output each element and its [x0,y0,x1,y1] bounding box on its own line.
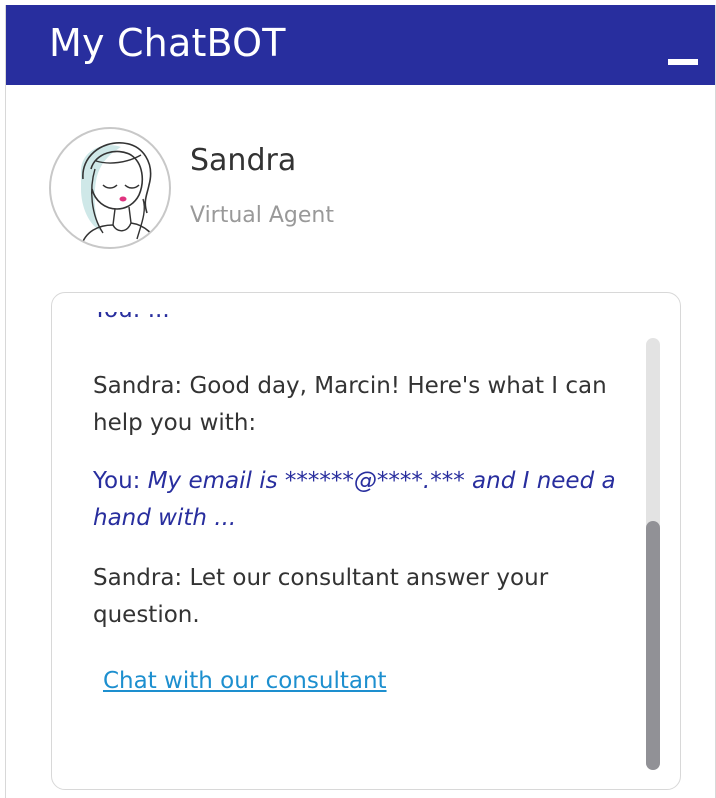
chat-transcript[interactable]: You: ... Sandra: Good day, Marcin! Here'… [51,292,681,790]
chat-message-bot: Sandra: Let our consultant answer your q… [93,560,633,634]
minimize-icon [668,59,698,65]
agent-name: Sandra [190,143,297,178]
chat-scroll-area[interactable]: You: ... Sandra: Good day, Marcin! Here'… [52,293,642,789]
clipped-message: You: ... [93,312,633,330]
chatbot-widget: My ChatBOT Sandra Virtual Agent Sandra: … [5,5,716,798]
message-text: My email is ******@****.*** and I need a… [93,468,616,531]
minimize-button[interactable] [662,45,702,75]
chat-message-bot: Sandra: Good day, Marcin! Here's what I … [93,368,633,442]
message-sender: You: [93,468,141,494]
message-sender: Sandra: [93,565,183,591]
scrollbar-thumb[interactable] [646,521,660,770]
agent-role: Virtual Agent [190,203,334,228]
message-sender: Sandra: [93,373,183,399]
chatbot-title: My ChatBOT [49,21,286,65]
chat-with-consultant-link[interactable]: Chat with our consultant [103,666,387,696]
chatbot-header: My ChatBOT [6,5,715,85]
chat-message-user: You: My email is ******@****.*** and I n… [93,463,633,537]
agent-avatar [49,127,171,249]
agent-avatar-illustration [80,142,160,247]
